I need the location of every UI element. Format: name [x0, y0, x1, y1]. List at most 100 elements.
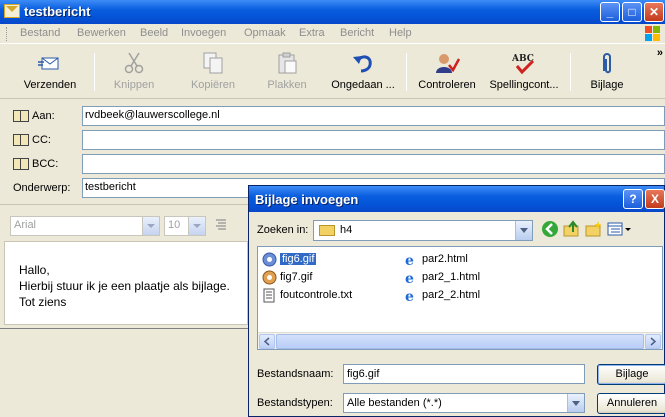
dialog-title: Bijlage invoegen	[255, 192, 359, 207]
bcc-row: BCC:	[0, 154, 665, 176]
paperclip-icon	[594, 51, 620, 75]
status-area	[0, 328, 248, 417]
scissors-icon	[121, 51, 147, 75]
scroll-right-button[interactable]	[645, 334, 661, 349]
subject-label: Onderwerp:	[13, 182, 71, 194]
spelling-button[interactable]: ABC Spellingcont...	[486, 49, 562, 95]
html-file-icon: e	[404, 252, 419, 269]
menu-invoegen[interactable]: Invoegen	[181, 27, 226, 39]
chevron-down-icon	[567, 394, 584, 412]
menu-bewerken[interactable]: Bewerken	[77, 27, 126, 39]
menu-bar: Bestand Bewerken Beeld Invoegen Opmaak E…	[0, 24, 665, 44]
toolbar: Verzenden Knippen Kopiëren Plakken Onged…	[0, 45, 665, 99]
back-icon[interactable]	[541, 220, 561, 240]
html-file-icon: e	[404, 288, 419, 305]
list-item[interactable]: fig7.gif	[262, 269, 312, 286]
chevron-down-icon	[515, 221, 532, 240]
list-item[interactable]: e par2_1.html	[404, 269, 480, 287]
menu-opmaak[interactable]: Opmaak	[244, 27, 286, 39]
file-list[interactable]: fig6.gif fig7.gif foutcontrole.txt e par…	[257, 246, 663, 350]
attach-button[interactable]: Bijlage	[584, 49, 630, 95]
dialog-title-bar: Bijlage invoegen ? X	[249, 186, 665, 212]
gif-image-icon	[262, 270, 277, 285]
check-names-icon	[434, 51, 461, 75]
filetype-select[interactable]: Alle bestanden (*.*)	[343, 393, 585, 413]
new-folder-icon[interactable]	[585, 220, 605, 240]
font-select[interactable]: Arial	[10, 216, 160, 236]
menu-beeld[interactable]: Beeld	[140, 27, 168, 39]
folder-icon	[319, 225, 335, 236]
scrollbar-thumb[interactable]	[276, 334, 644, 349]
paste-icon	[274, 51, 300, 75]
address-book-icon[interactable]	[13, 134, 29, 146]
look-in-row: Zoeken in: h4	[257, 220, 657, 242]
toolbar-overflow-chevron[interactable]: »	[657, 47, 663, 59]
menu-bericht[interactable]: Bericht	[340, 27, 374, 39]
svg-text:e: e	[405, 271, 414, 285]
maximize-button[interactable]: □	[622, 2, 642, 22]
chevron-down-icon	[142, 217, 159, 235]
html-file-icon: e	[404, 270, 419, 287]
format-toolbar: Arial 10	[4, 209, 248, 241]
text-file-icon	[262, 288, 277, 303]
filetype-row: Bestandstypen: Alle bestanden (*.*) Annu…	[257, 393, 665, 415]
copy-icon	[200, 51, 226, 75]
menu-bestand[interactable]: Bestand	[20, 27, 60, 39]
gif-image-icon	[262, 252, 277, 267]
svg-text:e: e	[405, 253, 414, 267]
filetype-label: Bestandstypen:	[257, 397, 333, 409]
paste-button[interactable]: Plakken	[262, 49, 312, 95]
minimize-button[interactable]: _	[600, 2, 620, 22]
cc-field[interactable]	[82, 130, 665, 150]
cc-row: CC:	[0, 130, 665, 152]
copy-button[interactable]: Kopiëren	[178, 49, 248, 95]
to-field[interactable]: rvdbeek@lauwerscollege.nl	[82, 106, 665, 126]
list-item[interactable]: e par2_2.html	[404, 287, 480, 305]
up-folder-icon[interactable]	[563, 220, 583, 240]
send-button[interactable]: Verzenden	[20, 49, 80, 95]
dialog-close-button[interactable]: X	[645, 189, 665, 209]
cc-label: CC:	[32, 134, 51, 146]
message-editor: Arial 10 Hallo, Hierbij stuur ik je een …	[0, 204, 248, 328]
scroll-left-button[interactable]	[259, 334, 275, 349]
window-title: testbericht	[24, 4, 91, 19]
list-item[interactable]: fig6.gif	[262, 251, 317, 268]
check-names-button[interactable]: Controleren	[414, 49, 480, 95]
message-body[interactable]: Hallo, Hierbij stuur ik je een plaatje a…	[4, 241, 248, 325]
undo-icon	[350, 51, 376, 75]
windows-logo-icon	[645, 26, 661, 42]
paragraph-style-icon[interactable]	[214, 217, 230, 233]
menu-grip	[6, 27, 9, 41]
to-label: Aan:	[32, 110, 55, 122]
title-bar: testbericht _ □ ✕	[0, 0, 665, 24]
list-item[interactable]: e par2.html	[404, 251, 468, 269]
menu-help[interactable]: Help	[389, 27, 412, 39]
mail-icon	[4, 4, 20, 18]
undo-button[interactable]: Ongedaan ...	[326, 49, 400, 95]
look-in-select[interactable]: h4	[313, 220, 533, 241]
help-button[interactable]: ?	[623, 189, 643, 209]
filename-field[interactable]: fig6.gif	[343, 364, 585, 384]
filename-label: Bestandsnaam:	[257, 368, 334, 380]
menu-extra[interactable]: Extra	[299, 27, 325, 39]
font-size-select[interactable]: 10	[164, 216, 206, 236]
cut-button[interactable]: Knippen	[106, 49, 162, 95]
horizontal-scrollbar[interactable]	[258, 332, 662, 349]
toolbar-separator	[406, 53, 407, 91]
address-book-icon[interactable]	[13, 110, 29, 122]
toolbar-separator	[570, 53, 571, 91]
bcc-field[interactable]	[82, 154, 665, 174]
view-menu-icon[interactable]	[607, 220, 633, 240]
close-button[interactable]: ✕	[644, 2, 664, 22]
look-in-label: Zoeken in:	[257, 224, 309, 236]
send-icon	[37, 51, 63, 75]
cancel-button[interactable]: Annuleren	[597, 393, 665, 414]
to-row: Aan: rvdbeek@lauwerscollege.nl	[0, 106, 665, 128]
toolbar-separator	[94, 53, 95, 91]
address-book-icon[interactable]	[13, 158, 29, 170]
filename-row: Bestandsnaam: fig6.gif Bijlage	[257, 364, 665, 386]
spelling-icon: ABC	[511, 51, 537, 75]
attach-confirm-button[interactable]: Bijlage	[597, 364, 665, 385]
chevron-down-icon	[188, 217, 205, 235]
list-item[interactable]: foutcontrole.txt	[262, 287, 352, 304]
